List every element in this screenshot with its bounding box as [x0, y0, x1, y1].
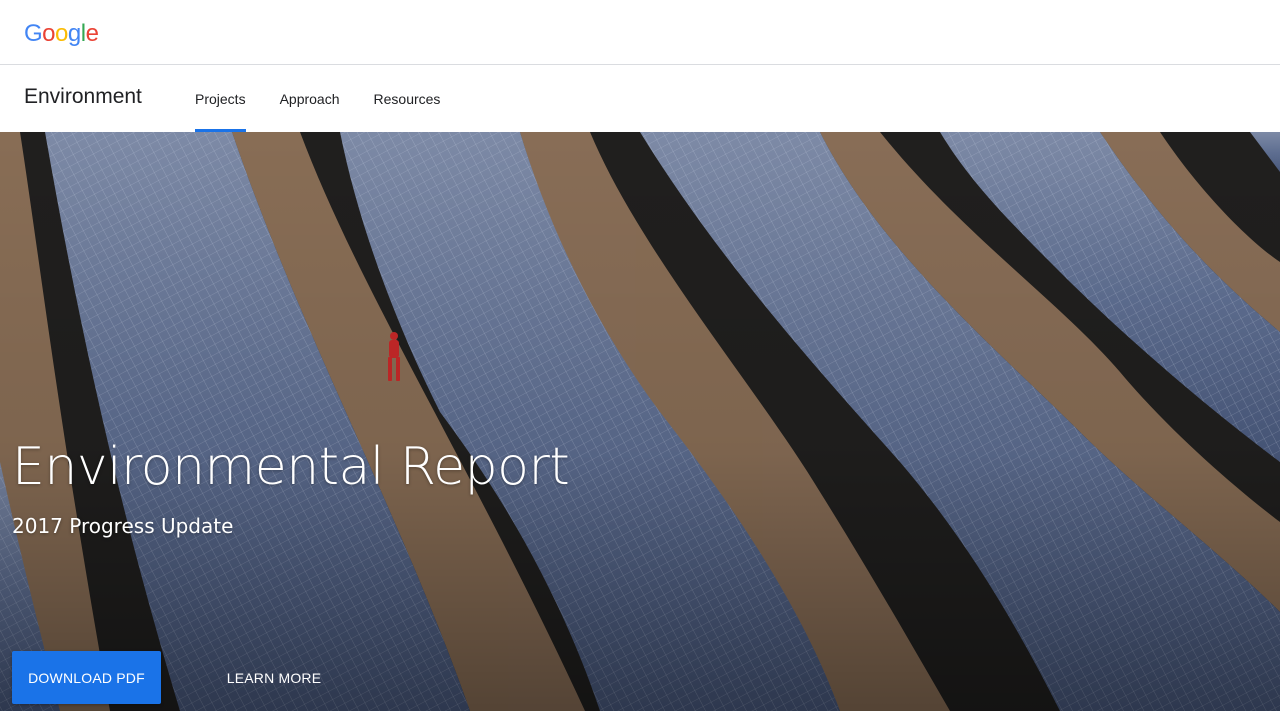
logo-letter: o	[55, 20, 68, 47]
logo-letter: G	[24, 20, 43, 47]
tab-resources[interactable]: Resources	[357, 65, 458, 132]
site-nav: Environment Projects Approach Resources	[0, 65, 1280, 132]
nav-tabs: Projects Approach Resources	[178, 65, 457, 132]
learn-more-button[interactable]: LEARN MORE	[214, 651, 334, 704]
hero-title: Environmental Report	[12, 437, 570, 497]
google-logo[interactable]: Google	[24, 20, 99, 48]
hero-banner: Environmental Report 2017 Progress Updat…	[0, 132, 1280, 711]
logo-letter: g	[67, 20, 81, 47]
download-pdf-button[interactable]: DOWNLOAD PDF	[12, 651, 161, 704]
logo-letter: o	[42, 20, 56, 47]
site-title[interactable]: Environment	[24, 84, 142, 110]
tab-approach[interactable]: Approach	[263, 65, 357, 132]
tab-projects[interactable]: Projects	[178, 65, 263, 132]
top-bar: Google	[0, 0, 1280, 65]
hero-subtitle: 2017 Progress Update	[12, 514, 234, 538]
logo-letter: e	[85, 20, 99, 47]
hero-solar-field-image	[0, 132, 1280, 711]
